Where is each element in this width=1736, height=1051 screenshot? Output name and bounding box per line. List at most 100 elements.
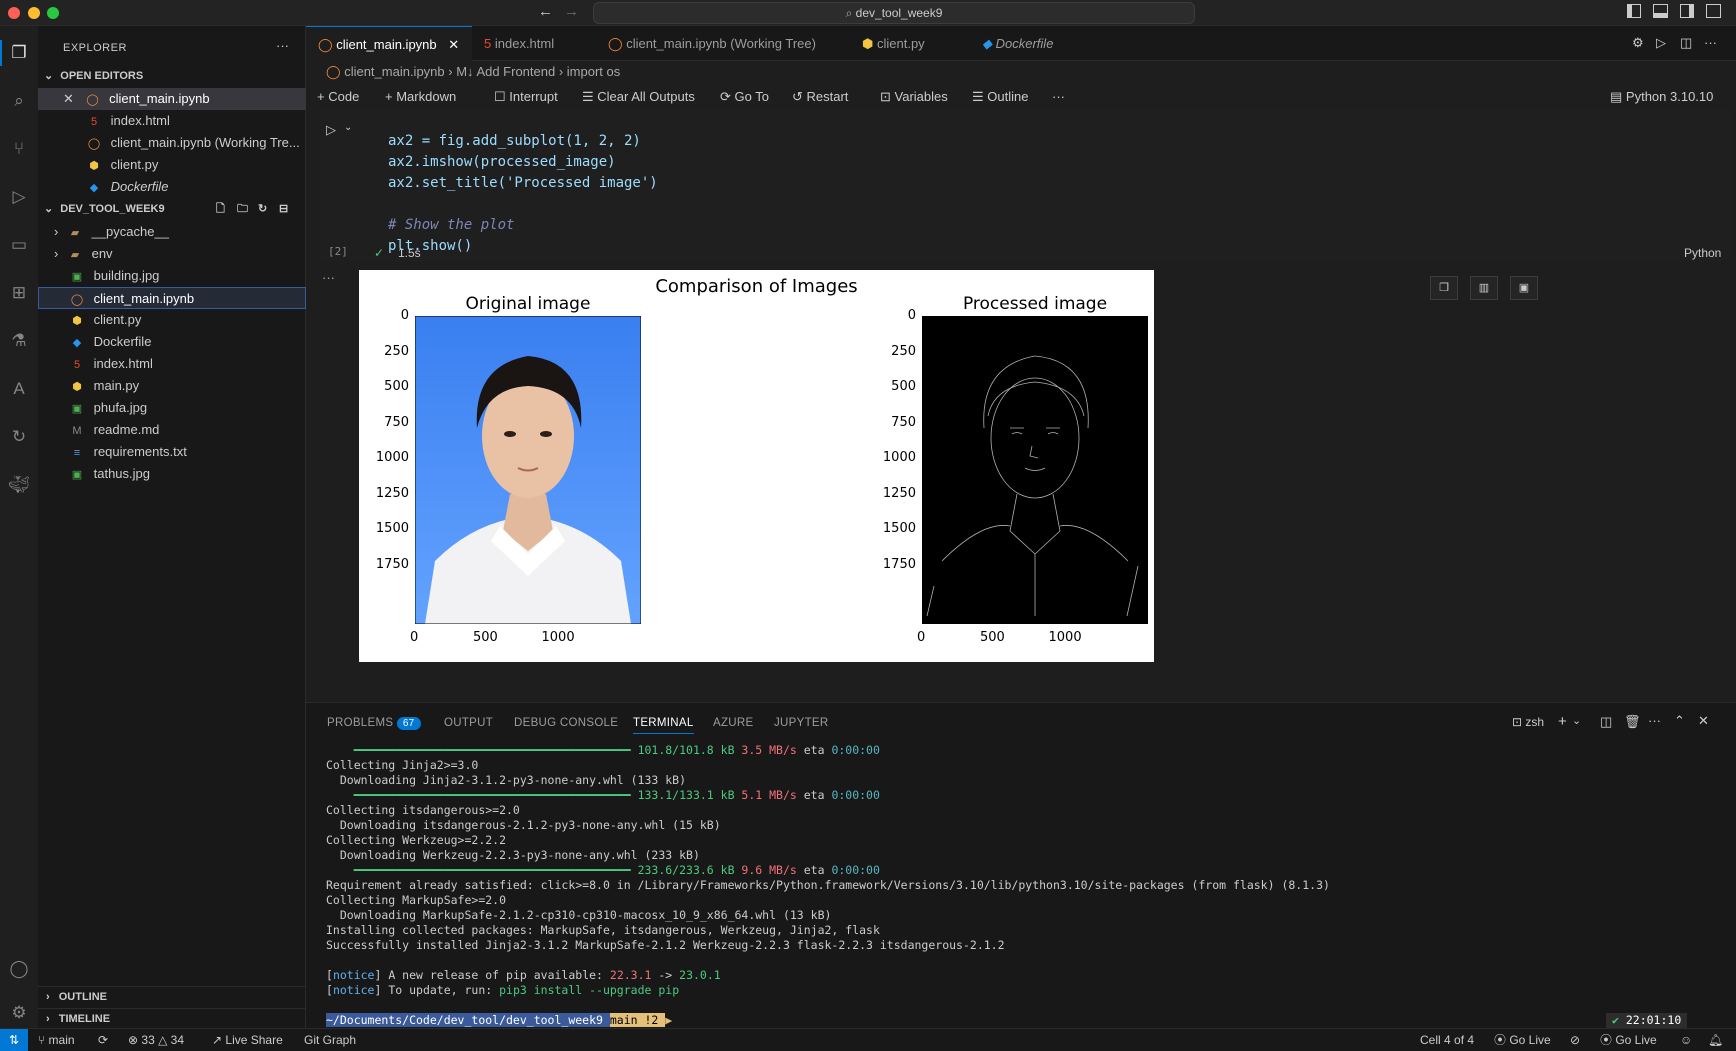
tree-file-item[interactable]: M readme.md (38, 419, 306, 441)
open-editor-item[interactable]: ◆ Dockerfile (38, 176, 306, 198)
outline-section[interactable]: › OUTLINE (38, 986, 306, 1006)
azure-icon[interactable]: Α (6, 376, 32, 402)
tree-folder-item[interactable]: › ▰ env (38, 243, 306, 265)
restart-button[interactable]: ↺ Restart (792, 84, 848, 110)
tab-azure[interactable]: AZURE (713, 717, 753, 729)
plus-icon[interactable]: + (1558, 713, 1567, 730)
tree-file-item[interactable]: ⬢ client.py (38, 309, 306, 331)
problems-indicator[interactable]: ⊗ 33 △ 34 (128, 1029, 184, 1051)
kernel-picker[interactable]: ▤ Python 3.10.10 (1610, 84, 1713, 110)
breadcrumb-section[interactable]: M↓ Add Frontend (456, 64, 555, 79)
more-actions-icon[interactable]: ··· (276, 38, 289, 53)
live-share-button[interactable]: ↗ Live Share (212, 1029, 283, 1051)
terminal-shell-selector[interactable]: ⊡ zsh (1512, 715, 1544, 729)
add-markdown-button[interactable]: + Markdown (385, 84, 456, 110)
remote-explorer-icon[interactable]: ▭ (6, 232, 32, 258)
split-editor-icon[interactable]: ◫ (1680, 35, 1692, 51)
clear-outputs-button[interactable]: ☰ Clear All Outputs (582, 84, 695, 110)
tree-file-item[interactable]: ◆ Dockerfile (38, 331, 306, 353)
interrupt-button[interactable]: ☐ Interrupt (494, 84, 558, 110)
toggle-panel-icon[interactable] (1653, 4, 1668, 18)
live-share-icon[interactable]: ↻ (6, 424, 32, 450)
open-editor-item[interactable]: 5 index.html (38, 110, 306, 132)
feedback-icon[interactable]: ☺ (1680, 1029, 1692, 1051)
tab-problems[interactable]: PROBLEMS 67 (327, 717, 421, 730)
explorer-icon[interactable]: ❐ (6, 40, 32, 66)
open-editors-section[interactable]: ⌄ OPEN EDITORS (38, 66, 306, 86)
git-graph-button[interactable]: Git Graph (304, 1029, 356, 1051)
folder-section[interactable]: ⌄ DEV_TOOL_WEEK9 🗋︎ 🗀︎ ↻ ⊟ (38, 199, 306, 219)
tab-debug-console[interactable]: DEBUG CONSOLE (514, 717, 618, 729)
tab-working-tree[interactable]: ◯ client_main.ipynb (Working Tree) (596, 26, 850, 61)
cell-position[interactable]: Cell 4 of 4 (1420, 1029, 1474, 1051)
maximize-window-button[interactable] (47, 7, 59, 19)
docker-icon[interactable]: 🐳︎ (6, 472, 32, 498)
breadcrumb-file[interactable]: client_main.ipynb (344, 64, 444, 79)
close-window-button[interactable] (8, 7, 20, 19)
tab-dockerfile[interactable]: ◆ Dockerfile (970, 26, 1090, 61)
go-live-button-2[interactable]: ⦿ Go Live (1600, 1029, 1657, 1051)
add-code-button[interactable]: + Code (317, 84, 359, 110)
command-center-search[interactable]: ⌕ dev_tool_week9 (593, 2, 1195, 24)
remote-icon[interactable]: ⇅ (0, 1029, 28, 1051)
more-actions-icon[interactable]: ··· (1704, 35, 1717, 50)
new-file-icon[interactable]: 🗋︎ (216, 199, 225, 219)
refresh-icon[interactable]: ↻ (258, 199, 267, 219)
bell-icon[interactable]: 🔔︎ (1708, 1029, 1723, 1051)
tab-terminal[interactable]: TERMINAL (633, 717, 694, 734)
timeline-section[interactable]: › TIMELINE (38, 1008, 306, 1028)
tree-folder-item[interactable]: › ▰ __pycache__ (38, 221, 306, 243)
tab-output[interactable]: OUTPUT (444, 717, 493, 729)
variables-button[interactable]: ⊡ Variables (880, 84, 948, 110)
code-editor[interactable]: ax2 = fig.add_subplot(1, 2, 2) ax2.imsho… (388, 110, 658, 278)
toggle-sidebar-icon[interactable] (1627, 4, 1641, 18)
goto-button[interactable]: ⟳ Go To (720, 84, 769, 110)
open-editor-item[interactable]: ⬢ client.py (38, 154, 306, 176)
new-folder-icon[interactable]: 🗀︎ (237, 199, 248, 219)
tab-jupyter[interactable]: JUPYTER (774, 717, 829, 729)
trash-icon[interactable]: 🗑︎ (1624, 714, 1641, 730)
tree-file-item[interactable]: ▣ building.jpg (38, 265, 306, 287)
back-arrow-icon[interactable]: ← (538, 3, 553, 20)
expand-image-icon[interactable]: ▥ (1470, 276, 1498, 300)
open-editor-item[interactable]: ✕ ◯ client_main.ipynb (38, 88, 306, 110)
breadcrumb-symbol[interactable]: import os (567, 64, 620, 79)
tree-file-item[interactable]: 5 index.html (38, 353, 306, 375)
no-broadcast-icon[interactable]: ⊘ (1570, 1029, 1580, 1051)
close-panel-icon[interactable]: ✕ (1698, 713, 1709, 729)
gear-icon[interactable]: ⚙ (6, 1000, 32, 1026)
maximize-panel-icon[interactable]: ⌃ (1674, 713, 1685, 729)
tree-file-item[interactable]: ≡ requirements.txt (38, 441, 306, 463)
tab-client-py[interactable]: ⬢ client.py (850, 26, 970, 61)
testing-icon[interactable]: ⚗ (6, 328, 32, 354)
run-cell-icon[interactable]: ▷ (326, 122, 336, 138)
terminal-output[interactable]: ━━━━━━━━━━━━━━━━━━━━━━━━━━━━━━━━━━━━━━━━… (326, 743, 1330, 998)
more-actions-icon[interactable]: ··· (1648, 713, 1661, 728)
source-control-icon[interactable]: ⑂ (6, 136, 32, 162)
sync-icon[interactable]: ⟳ (98, 1029, 108, 1051)
extensions-icon[interactable]: ⊞ (6, 280, 32, 306)
close-icon[interactable]: ✕ (63, 91, 74, 106)
toggle-secondary-sidebar-icon[interactable] (1680, 4, 1694, 18)
search-icon[interactable]: ⌕ (6, 88, 32, 114)
open-editor-item[interactable]: ◯ client_main.ipynb (Working Tre... (38, 132, 306, 154)
split-terminal-icon[interactable]: ◫ (1600, 714, 1612, 730)
output-menu-icon[interactable]: ··· (322, 270, 335, 285)
run-all-icon[interactable]: ▷ (1656, 35, 1666, 51)
forward-arrow-icon[interactable]: → (564, 3, 579, 20)
close-icon[interactable]: ✕ (448, 37, 459, 52)
chevron-down-icon[interactable]: ⌄ (1572, 714, 1581, 727)
accounts-icon[interactable]: ◯ (6, 956, 32, 982)
more-actions-button[interactable]: ··· (1052, 84, 1065, 110)
branch-indicator[interactable]: ⑂ main (38, 1029, 75, 1051)
tab-index-html[interactable]: 5 index.html (472, 26, 596, 61)
customize-layout-icon[interactable] (1706, 4, 1721, 18)
copy-output-icon[interactable]: ❐ (1430, 276, 1458, 300)
minimize-window-button[interactable] (28, 7, 40, 19)
gear-icon[interactable]: ⚙ (1632, 35, 1644, 51)
go-live-button[interactable]: ⦿ Go Live (1494, 1029, 1551, 1051)
tab-client-main[interactable]: ◯ client_main.ipynb ✕ (306, 26, 472, 61)
tree-file-item[interactable]: ◯ client_main.ipynb (38, 287, 306, 309)
tree-file-item[interactable]: ⬢ main.py (38, 375, 306, 397)
run-debug-icon[interactable]: ▷ (6, 184, 32, 210)
